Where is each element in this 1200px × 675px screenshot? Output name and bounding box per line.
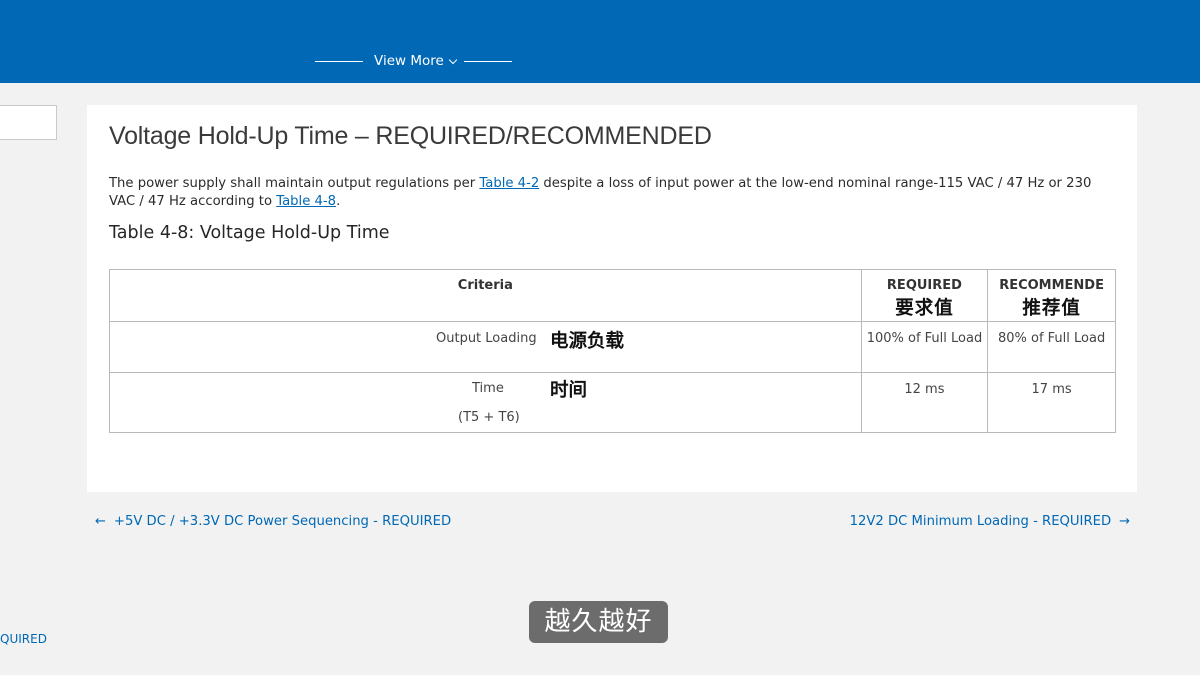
cell-recommended: 80% of Full Load bbox=[987, 321, 1116, 373]
cell-recommended: 17 ms bbox=[987, 372, 1116, 433]
top-banner: View More bbox=[0, 0, 1200, 83]
divider-left bbox=[315, 60, 363, 62]
paragraph-text-1: The power supply shall maintain output r… bbox=[109, 176, 480, 191]
header-required-zh: 要求值 bbox=[895, 298, 954, 319]
table-header-row: Criteria REQUIRED 要求值 RECOMMENDE 推荐值 bbox=[109, 269, 1116, 322]
table-title: Table 4-8: Voltage Hold-Up Time bbox=[109, 223, 390, 243]
arrow-right-icon: → bbox=[1119, 514, 1130, 529]
header-criteria: Criteria bbox=[109, 269, 862, 322]
cell-criteria: Output Loading 电源负载 bbox=[109, 321, 862, 373]
header-required: REQUIRED 要求值 bbox=[860, 269, 989, 322]
divider-right bbox=[463, 60, 512, 62]
header-recommended: RECOMMENDE 推荐值 bbox=[987, 269, 1116, 322]
previous-page-link[interactable]: ← +5V DC / +3.3V DC Power Sequencing - R… bbox=[87, 514, 451, 529]
criteria-zh: 时间 bbox=[550, 380, 588, 401]
cell-criteria: Time (T5 + T6) 时间 bbox=[109, 372, 862, 433]
header-criteria-label: Criteria bbox=[457, 278, 513, 293]
criteria-label: Output Loading bbox=[436, 331, 537, 346]
next-page-label: 12V2 DC Minimum Loading - REQUIRED bbox=[849, 514, 1112, 529]
view-more-label: View More bbox=[374, 53, 444, 69]
content-card: Voltage Hold-Up Time – REQUIRED/RECOMMEN… bbox=[87, 105, 1137, 492]
previous-page-label: +5V DC / +3.3V DC Power Sequencing - REQ… bbox=[113, 514, 452, 529]
criteria-sub: (T5 + T6) bbox=[458, 410, 520, 425]
table-4-2-link[interactable]: Table 4-2 bbox=[479, 176, 539, 191]
sidebar-search-input[interactable] bbox=[0, 105, 57, 140]
criteria-zh: 电源负载 bbox=[550, 331, 625, 352]
header-required-label: REQUIRED bbox=[886, 278, 962, 293]
header-recommended-zh: 推荐值 bbox=[1022, 298, 1081, 319]
view-more-button[interactable]: View More bbox=[374, 53, 458, 69]
intro-paragraph: The power supply shall maintain output r… bbox=[109, 175, 1109, 211]
chevron-down-icon bbox=[448, 55, 458, 64]
table-row: Output Loading 电源负载 100% of Full Load 80… bbox=[109, 321, 1116, 373]
table-4-8-link[interactable]: Table 4-8 bbox=[276, 194, 336, 209]
arrow-left-icon: ← bbox=[95, 514, 106, 529]
paragraph-text-3: . bbox=[336, 194, 341, 209]
header-recommended-label: RECOMMENDE bbox=[999, 278, 1104, 293]
next-page-link[interactable]: 12V2 DC Minimum Loading - REQUIRED → bbox=[850, 514, 1138, 529]
hold-up-time-table: Criteria REQUIRED 要求值 RECOMMENDE 推荐值 Out… bbox=[109, 269, 1116, 433]
cell-required: 12 ms bbox=[860, 372, 989, 433]
table-row: Time (T5 + T6) 时间 12 ms 17 ms bbox=[109, 372, 1116, 433]
sidebar-link-partial[interactable]: QUIRED bbox=[0, 632, 47, 646]
cell-required: 100% of Full Load bbox=[860, 321, 989, 373]
criteria-label: Time bbox=[472, 381, 504, 396]
video-subtitle: 越久越好 bbox=[529, 601, 668, 643]
view-more-control: View More bbox=[315, 50, 520, 72]
page-title: Voltage Hold-Up Time – REQUIRED/RECOMMEN… bbox=[109, 122, 712, 150]
